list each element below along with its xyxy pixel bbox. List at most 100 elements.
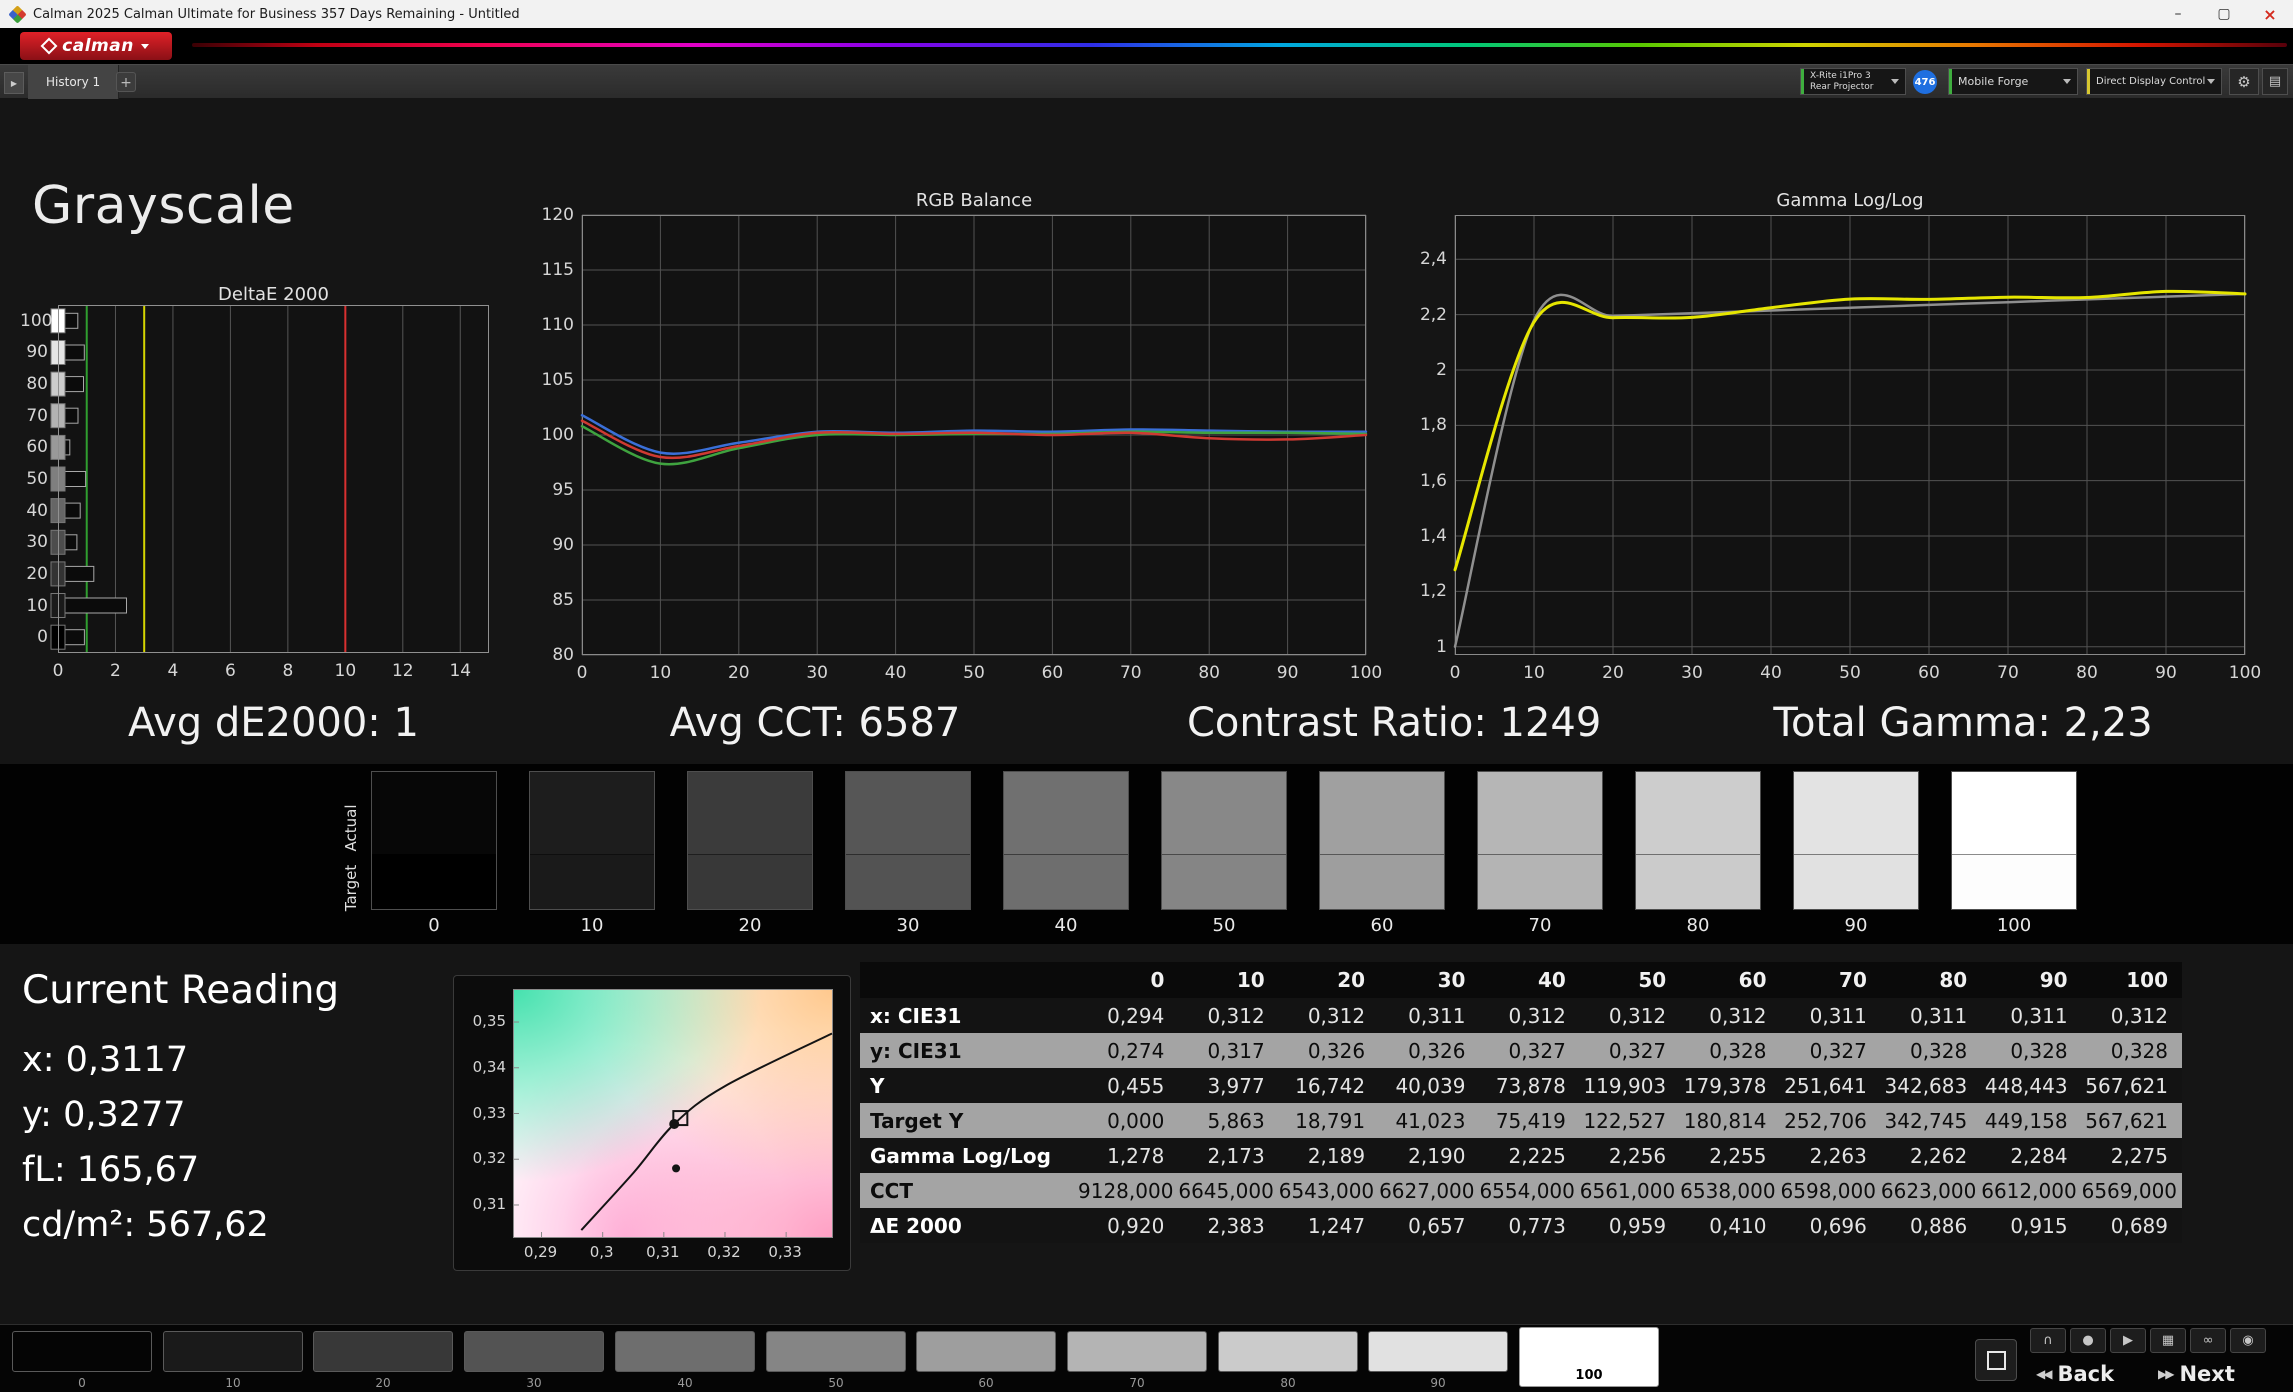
pattern-button-70[interactable]: [1067, 1331, 1207, 1372]
pattern-button-50[interactable]: [766, 1331, 906, 1372]
pattern-label: 60: [916, 1376, 1056, 1390]
grayscale-swatch-90: [1793, 771, 1919, 910]
tick-label: 0,29: [519, 1243, 563, 1261]
tick-label: 90: [532, 535, 574, 555]
deltae-bar: [58, 598, 127, 613]
table-cell: 0,920: [1078, 1208, 1178, 1243]
table-cell: 342,683: [1881, 1068, 1981, 1103]
gear-icon[interactable]: ⚙: [2229, 68, 2259, 95]
pattern-button-20[interactable]: [313, 1331, 453, 1372]
maximize-button[interactable]: ▢: [2201, 0, 2247, 28]
cie-chromaticity-chart: 0,350,340,330,320,310,290,30,310,320,33: [453, 975, 851, 1271]
current-reading-panel: Current Reading x: 0,3117 y: 0,3277 fL: …: [22, 968, 339, 1253]
tick-label: 80: [532, 645, 574, 665]
swatch-level-label: 10: [529, 915, 655, 936]
pattern-button-100[interactable]: 100: [1519, 1327, 1659, 1387]
swatch-level-label: 60: [1319, 915, 1445, 936]
swatch-level-label: 30: [845, 915, 971, 936]
table-cell: 5,863: [1178, 1103, 1278, 1138]
tick-label: 80: [20, 374, 48, 394]
pattern-label: 0: [12, 1376, 152, 1390]
close-button[interactable]: ×: [2247, 0, 2293, 28]
swatch-target: [1636, 854, 1760, 909]
grayscale-swatch-40: [1003, 771, 1129, 910]
table-cell: 180,814: [1680, 1103, 1780, 1138]
panel-toggle-icon[interactable]: ▤: [2262, 68, 2288, 95]
grayscale-swatch-strip: Actual Target 0102030405060708090100: [0, 764, 2293, 944]
deltae-plot: [58, 305, 489, 653]
tick-label: 60: [20, 437, 48, 457]
play-icon[interactable]: ▶: [2110, 1328, 2146, 1353]
swatch-actual: [688, 772, 812, 854]
table-cell: 0,326: [1379, 1033, 1479, 1068]
column-header: [860, 962, 1078, 998]
back-label: Back: [2057, 1362, 2114, 1386]
sidebar-collapse-button[interactable]: ▶: [4, 72, 24, 94]
single-read-camera-icon[interactable]: ◉: [2230, 1328, 2266, 1353]
table-cell: 18,791: [1279, 1103, 1379, 1138]
pattern-button-0[interactable]: [12, 1331, 152, 1372]
column-header: 40: [1479, 962, 1579, 998]
reading-cdm2: cd/m²: 567,62: [22, 1198, 339, 1253]
pattern-button-10[interactable]: [163, 1331, 303, 1372]
save-icon[interactable]: ▦: [2150, 1328, 2186, 1353]
tick-label: 1,4: [1405, 526, 1447, 546]
tab-history-1[interactable]: History 1: [28, 65, 119, 99]
skip-next-icon: ▶▶: [2158, 1367, 2172, 1381]
grayscale-swatch-80: [1635, 771, 1761, 910]
table-cell: 0,312: [1479, 998, 1579, 1033]
table-row: ΔE 20000,9202,3831,2470,6570,7730,9590,4…: [860, 1208, 2182, 1243]
display-control-name: Direct Display Control: [2096, 76, 2205, 87]
table-cell: 2,190: [1379, 1138, 1479, 1173]
column-header: 10: [1178, 962, 1278, 998]
grayscale-swatch-30: [845, 771, 971, 910]
tick-label: 0,33: [763, 1243, 807, 1261]
table-cell: 0,000: [1078, 1103, 1178, 1138]
swatch-actual: [1004, 772, 1128, 854]
tick-label: 10: [325, 661, 365, 681]
tick-label: 115: [532, 260, 574, 280]
table-cell: 122,527: [1580, 1103, 1680, 1138]
tick-label: 40: [20, 501, 48, 521]
table-cell: 0,773: [1479, 1208, 1579, 1243]
calman-menu-button[interactable]: calman: [20, 32, 172, 60]
table-cell: 119,903: [1580, 1068, 1680, 1103]
chevron-down-icon: [1891, 79, 1899, 84]
calman-logo-text: calman: [62, 36, 134, 56]
column-header: 60: [1680, 962, 1780, 998]
meter-dropdown[interactable]: X-Rite i1Pro 3 Rear Projector: [1800, 68, 1906, 95]
tick-label: 80: [1187, 663, 1231, 683]
pattern-button-40[interactable]: [615, 1331, 755, 1372]
column-header: 20: [1279, 962, 1379, 998]
table-cell: 449,158: [1981, 1103, 2081, 1138]
source-name: Mobile Forge: [1958, 75, 2028, 88]
table-cell: 0,312: [1580, 998, 1680, 1033]
tick-label: 70: [1986, 663, 2030, 683]
next-button[interactable]: ▶▶ Next: [2158, 1359, 2235, 1389]
tick-label: 1,2: [1405, 581, 1447, 601]
magnet-icon[interactable]: ∩: [2030, 1328, 2066, 1353]
meter-reading-badge[interactable]: 476: [1913, 70, 1937, 94]
pattern-source-dropdown[interactable]: Mobile Forge: [1948, 68, 2078, 95]
continuous-read-icon[interactable]: ∞: [2190, 1328, 2226, 1353]
meter-status-indicator: [1801, 69, 1804, 94]
tick-label: 14: [440, 661, 480, 681]
column-header: 50: [1580, 962, 1680, 998]
record-icon[interactable]: ●: [2070, 1328, 2106, 1353]
table-cell: 16,742: [1279, 1068, 1379, 1103]
pattern-button-30[interactable]: [464, 1331, 604, 1372]
minimize-button[interactable]: –: [2155, 0, 2201, 28]
pattern-button-60[interactable]: [916, 1331, 1056, 1372]
tick-label: 0,34: [456, 1058, 506, 1076]
reading-x: x: 0,3117: [22, 1033, 339, 1088]
back-button[interactable]: ◀◀ Back: [2036, 1359, 2114, 1389]
tick-label: 20: [20, 564, 48, 584]
tick-label: 0,32: [702, 1243, 746, 1261]
pattern-button-80[interactable]: [1218, 1331, 1358, 1372]
stop-button[interactable]: [1975, 1339, 2017, 1381]
display-status-indicator: [2087, 69, 2090, 94]
tick-label: 0,33: [456, 1104, 506, 1122]
display-control-dropdown[interactable]: Direct Display Control: [2086, 68, 2222, 95]
pattern-button-90[interactable]: [1368, 1331, 1508, 1372]
add-tab-button[interactable]: +: [116, 72, 136, 92]
